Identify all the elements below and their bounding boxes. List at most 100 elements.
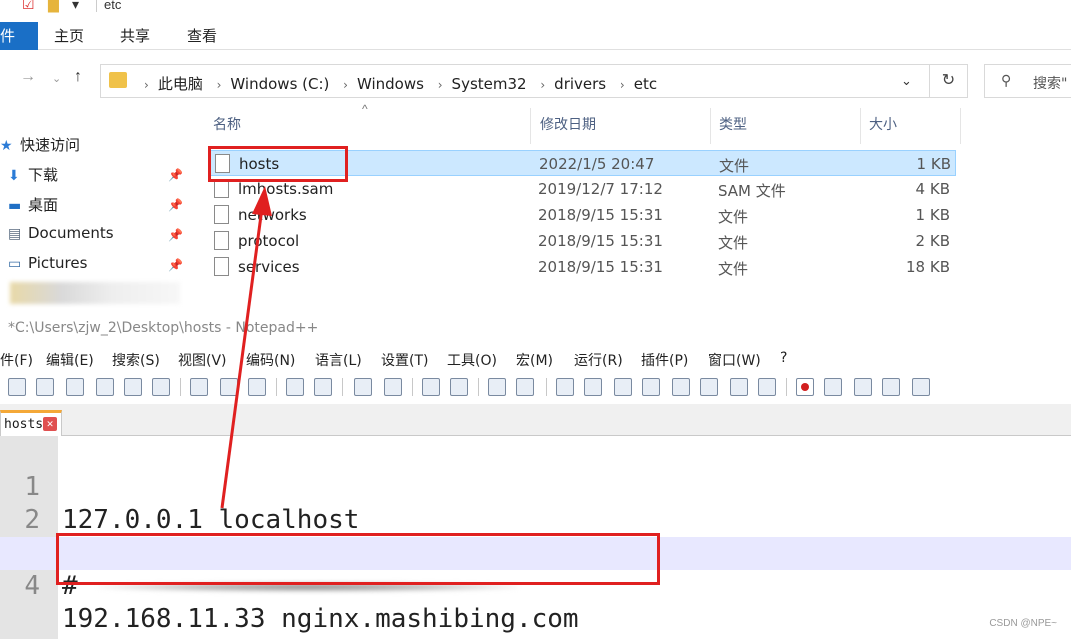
window-title: *C:\Users\zjw_2\Desktop\hosts - Notepad+…: [8, 320, 319, 336]
column-header-date[interactable]: 修改日期: [540, 114, 596, 134]
language-icon[interactable]: [642, 378, 660, 396]
star-icon: ★: [0, 138, 13, 154]
menu-item-language[interactable]: 语言(L): [315, 350, 362, 370]
paste-icon[interactable]: [248, 378, 266, 396]
nav-item-documents[interactable]: ▤ Documents: [8, 224, 114, 248]
file-row[interactable]: services 2018/9/15 15:31 文件 18 KB: [208, 254, 956, 280]
stop-macro-icon[interactable]: [824, 378, 842, 396]
sync-horizontal-icon[interactable]: [516, 378, 534, 396]
redo-icon[interactable]: [314, 378, 332, 396]
checkbox-icon[interactable]: ☑: [22, 0, 35, 13]
pin-icon[interactable]: 📌: [168, 168, 183, 182]
folder-icon: [109, 72, 127, 88]
column-header-name[interactable]: 名称: [213, 114, 241, 134]
address-bar[interactable]: › 此电脑 › Windows (C:) › Windows › System32 › d…: [100, 64, 968, 98]
breadcrumb: › 此电脑 › Windows (C:) › Windows › System32 › d…: [144, 75, 658, 93]
nav-item-desktop[interactable]: ▬ 桌面: [8, 194, 58, 218]
document-map-icon[interactable]: [672, 378, 690, 396]
folder-icon[interactable]: ▇: [48, 0, 59, 13]
menu-item-tools[interactable]: 工具(O): [447, 350, 497, 370]
file-row[interactable]: protocol 2018/9/15 15:31 文件 2 KB: [208, 228, 956, 254]
menu-item-search[interactable]: 搜索(S): [112, 350, 160, 370]
undo-icon[interactable]: [286, 378, 304, 396]
show-all-characters-icon[interactable]: [584, 378, 602, 396]
column-header-size[interactable]: 大小: [869, 114, 897, 134]
new-file-icon[interactable]: [8, 378, 26, 396]
desktop-icon: ▬: [8, 198, 22, 214]
dropdown-icon[interactable]: ▾: [72, 0, 79, 13]
find-icon[interactable]: [354, 378, 372, 396]
cut-icon[interactable]: [190, 378, 208, 396]
notepad-plus-plus-window: *C:\Users\zjw_2\Desktop\hosts - Notepad+…: [0, 312, 1071, 639]
breadcrumb-item[interactable]: System32: [452, 75, 527, 93]
nav-item-downloads[interactable]: ⬇ 下载: [8, 164, 58, 188]
file-icon: [214, 231, 229, 250]
run-macro-multiple-icon[interactable]: [882, 378, 900, 396]
folder-workspace-icon[interactable]: [730, 378, 748, 396]
nav-item-quick-access[interactable]: ★ 快速访问: [0, 134, 80, 158]
document-tabs: hosts ✕: [0, 404, 1071, 436]
pin-icon[interactable]: 📌: [168, 228, 183, 242]
pin-icon[interactable]: 📌: [168, 198, 183, 212]
line-number: 4: [24, 571, 40, 601]
menu-item-settings[interactable]: 设置(T): [381, 350, 428, 370]
menu-item-file[interactable]: 件(F): [0, 350, 33, 370]
menu-item-run[interactable]: 运行(R): [574, 350, 623, 370]
replace-icon[interactable]: [384, 378, 402, 396]
breadcrumb-item[interactable]: drivers: [554, 75, 606, 93]
file-row[interactable]: networks 2018/9/15 15:31 文件 1 KB: [208, 202, 956, 228]
file-icon: [214, 205, 229, 224]
breadcrumb-item[interactable]: 此电脑: [158, 75, 203, 93]
breadcrumb-item[interactable]: etc: [634, 75, 657, 93]
menu-item-encoding[interactable]: 编码(N): [246, 350, 295, 370]
tab-label: hosts: [4, 417, 44, 432]
tab-view[interactable]: 查看: [187, 22, 217, 50]
play-macro-icon[interactable]: [854, 378, 872, 396]
zoom-in-icon[interactable]: [422, 378, 440, 396]
save-macro-icon[interactable]: [912, 378, 930, 396]
save-icon[interactable]: [66, 378, 84, 396]
download-icon: ⬇: [8, 168, 20, 184]
document-icon: ▤: [8, 226, 22, 242]
menu-item-window[interactable]: 窗口(W): [708, 350, 761, 370]
menu-item-view[interactable]: 视图(V): [178, 350, 227, 370]
record-macro-icon[interactable]: [796, 378, 814, 396]
chevron-down-icon[interactable]: ⌄: [901, 73, 912, 89]
indent-guide-icon[interactable]: [614, 378, 632, 396]
sort-arrow-icon: ^: [362, 102, 368, 116]
tab-file[interactable]: 件: [0, 22, 38, 50]
open-file-icon[interactable]: [36, 378, 54, 396]
search-input[interactable]: ⚲ 搜索": [984, 64, 1071, 98]
file-list: ^ 名称 修改日期 类型 大小 hosts 2022/1/5 20:47 文件 …: [198, 102, 968, 308]
tab-share[interactable]: 共享: [120, 22, 150, 50]
menu-item-help[interactable]: ?: [780, 350, 787, 366]
column-header-type[interactable]: 类型: [719, 114, 747, 134]
breadcrumb-item[interactable]: Windows: [357, 75, 424, 93]
refresh-icon[interactable]: ↻: [929, 65, 967, 97]
menu-item-edit[interactable]: 编辑(E): [46, 350, 94, 370]
ribbon-tabs: 件 主页 共享 查看: [0, 22, 1071, 50]
zoom-out-icon[interactable]: [450, 378, 468, 396]
recent-dropdown-icon[interactable]: ⌄: [52, 72, 61, 85]
pin-icon[interactable]: 📌: [168, 258, 183, 272]
function-list-icon[interactable]: [700, 378, 718, 396]
tab-home[interactable]: 主页: [54, 22, 84, 50]
menu-item-plugins[interactable]: 插件(P): [641, 350, 688, 370]
save-all-icon[interactable]: [96, 378, 114, 396]
search-placeholder: 搜索": [1033, 76, 1068, 92]
nav-item-pictures[interactable]: ▭ Pictures: [8, 254, 87, 278]
close-icon[interactable]: ✕: [43, 417, 57, 431]
copy-icon[interactable]: [220, 378, 238, 396]
tab-hosts[interactable]: hosts ✕: [0, 410, 62, 436]
menu-item-macro[interactable]: 宏(M): [516, 350, 553, 370]
watermark: CSDN @NPE~: [989, 618, 1057, 629]
sync-vertical-icon[interactable]: [488, 378, 506, 396]
breadcrumb-item[interactable]: Windows (C:): [230, 75, 329, 93]
monitoring-eye-icon[interactable]: [758, 378, 776, 396]
close-icon[interactable]: [124, 378, 142, 396]
forward-icon[interactable]: →: [20, 68, 36, 86]
up-icon[interactable]: ↑: [74, 68, 82, 86]
word-wrap-icon[interactable]: [556, 378, 574, 396]
file-icon: [214, 257, 229, 276]
print-icon[interactable]: [152, 378, 170, 396]
